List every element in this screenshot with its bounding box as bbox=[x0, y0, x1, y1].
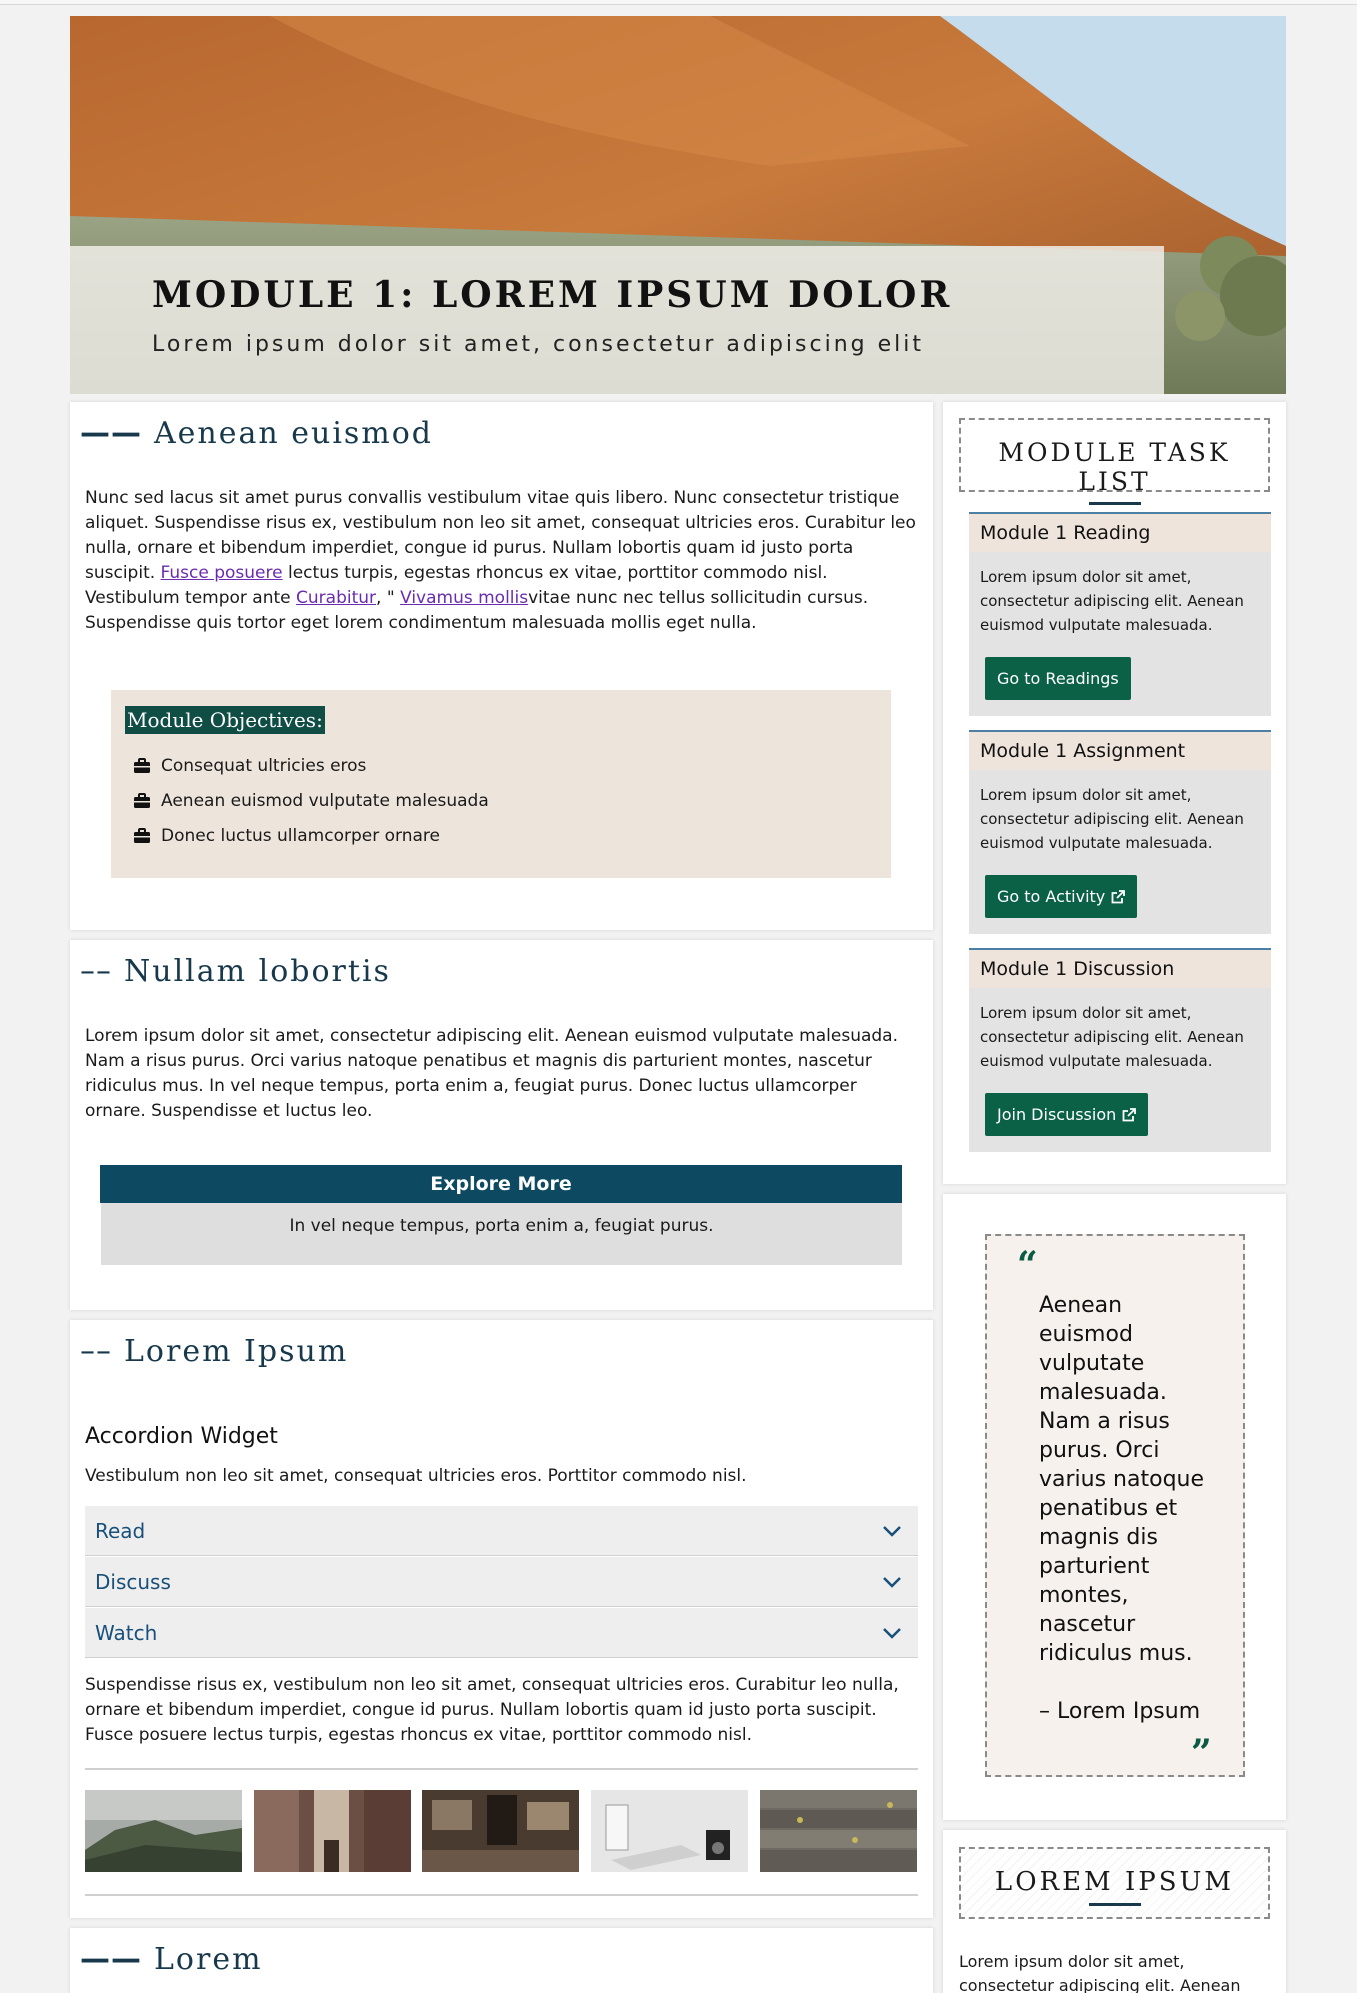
close-quote-icon: ” bbox=[1191, 1732, 1212, 1774]
section-title: Nullam lobortis bbox=[124, 954, 391, 989]
section-heading: –– Lorem Ipsum bbox=[80, 1334, 348, 1369]
button-label: Go to Readings bbox=[997, 669, 1119, 688]
go-to-readings-button[interactable]: Go to Readings bbox=[985, 657, 1131, 700]
section-heading: —— Lorem bbox=[80, 1942, 263, 1977]
objectives-title: Module Objectives: bbox=[125, 706, 325, 734]
divider bbox=[85, 1768, 918, 1770]
task-description: Lorem ipsum dolor sit amet, consectetur … bbox=[980, 1004, 1244, 1070]
accordion-label: Read bbox=[95, 1518, 146, 1543]
link-vivamus-mollis[interactable]: Vivamus mollis bbox=[400, 588, 528, 608]
accordion-item-watch[interactable]: Watch bbox=[85, 1608, 918, 1658]
quote-author: – Lorem Ipsum bbox=[1039, 1699, 1201, 1724]
task-description: Lorem ipsum dolor sit amet, consectetur … bbox=[980, 568, 1244, 634]
accordion-label: Discuss bbox=[95, 1569, 171, 1594]
task-list-title: MODULE TASK LIST bbox=[998, 438, 1231, 496]
section-title: Lorem Ipsum bbox=[124, 1334, 349, 1369]
objective-text: Aenean euismod vulputate malesuada bbox=[161, 790, 489, 811]
objective-text: Consequat ultricies eros bbox=[161, 755, 367, 776]
briefcase-icon bbox=[134, 827, 150, 843]
module-task-list-panel: MODULE TASK LIST Module 1 Reading Lorem … bbox=[943, 402, 1286, 1184]
task-card-reading: Module 1 Reading Lorem ipsum dolor sit a… bbox=[969, 512, 1271, 716]
section-body: Nunc sed lacus sit amet purus convallis … bbox=[85, 486, 920, 636]
accordion-item-read[interactable]: Read bbox=[85, 1506, 918, 1556]
section-title: Aenean euismod bbox=[154, 416, 434, 451]
join-discussion-button[interactable]: Join Discussion bbox=[985, 1093, 1149, 1136]
section-heading: —— Aenean euismod bbox=[80, 416, 433, 451]
section-lorem: —— Lorem bbox=[70, 1928, 933, 1993]
gallery-image-street[interactable] bbox=[254, 1790, 411, 1872]
button-label: Join Discussion bbox=[997, 1105, 1117, 1124]
go-to-activity-button[interactable]: Go to Activity bbox=[985, 875, 1138, 918]
external-link-icon bbox=[1111, 889, 1126, 903]
task-list-title-box: MODULE TASK LIST bbox=[959, 418, 1270, 505]
accordion-intro: Vestibulum non leo sit amet, consequat u… bbox=[85, 1466, 747, 1486]
browser-top-edge bbox=[0, 0, 1357, 5]
accordion-label: Watch bbox=[95, 1620, 158, 1645]
objective-item: Aenean euismod vulputate malesuada bbox=[125, 783, 877, 818]
lorem-ipsum-title: LOREM IPSUM bbox=[994, 1867, 1235, 1897]
section-nullam-lobortis: –– Nullam lobortis Lorem ipsum dolor sit… bbox=[70, 940, 933, 1310]
explore-more-body: In vel neque tempus, porta enim a, feugi… bbox=[101, 1203, 902, 1265]
chevron-down-icon bbox=[883, 1576, 901, 1588]
gallery-image-desk[interactable] bbox=[591, 1790, 748, 1872]
accordion-item-discuss[interactable]: Discuss bbox=[85, 1557, 918, 1607]
section-body: Suspendisse risus ex, vestibulum non leo… bbox=[85, 1675, 899, 1745]
objectives-list: Consequat ultricies eros Aenean euismod … bbox=[125, 748, 877, 853]
section-aenean-euismod: —— Aenean euismod Nunc sed lacus sit ame… bbox=[70, 402, 933, 930]
section-body: Lorem ipsum dolor sit amet, consectetur … bbox=[85, 1026, 898, 1121]
objective-item: Donec luctus ullamcorper ornare bbox=[125, 818, 877, 853]
button-label: Go to Activity bbox=[997, 887, 1106, 906]
section-title: Lorem bbox=[154, 1942, 263, 1977]
divider bbox=[85, 1894, 918, 1896]
page-title: MODULE 1: LOREM IPSUM DOLOR bbox=[152, 274, 953, 316]
objective-text: Donec luctus ullamcorper ornare bbox=[161, 825, 440, 846]
gallery-image-wood[interactable] bbox=[760, 1790, 917, 1872]
quote-panel: “ Aenean euismod vulputate malesuada. Na… bbox=[943, 1194, 1286, 1820]
lorem-ipsum-text: Lorem ipsum dolor sit amet, consectetur … bbox=[959, 1952, 1241, 1993]
open-quote-icon: “ bbox=[1017, 1244, 1038, 1286]
lorem-ipsum-title-box: LOREM IPSUM bbox=[959, 1847, 1270, 1919]
briefcase-icon bbox=[134, 757, 150, 773]
external-link-icon bbox=[1122, 1107, 1137, 1121]
chevron-down-icon bbox=[883, 1627, 901, 1639]
page-subtitle: Lorem ipsum dolor sit amet, consectetur … bbox=[152, 332, 924, 357]
lorem-ipsum-panel: LOREM IPSUM Lorem ipsum dolor sit amet, … bbox=[943, 1830, 1286, 1993]
gallery-image-cliffs[interactable] bbox=[85, 1790, 242, 1872]
module-objectives-box: Module Objectives: Consequat ultricies e… bbox=[111, 690, 891, 878]
task-title: Module 1 Reading bbox=[969, 514, 1271, 552]
hero-banner: MODULE 1: LOREM IPSUM DOLOR Lorem ipsum … bbox=[70, 16, 1286, 394]
gallery-image-shop[interactable] bbox=[422, 1790, 579, 1872]
quote-body: Aenean euismod vulputate malesuada. Nam … bbox=[1039, 1291, 1209, 1726]
task-title: Module 1 Assignment bbox=[969, 732, 1271, 770]
briefcase-icon bbox=[134, 792, 150, 808]
hero-title-box: MODULE 1: LOREM IPSUM DOLOR Lorem ipsum … bbox=[70, 246, 1164, 394]
explore-more-header: Explore More bbox=[100, 1165, 902, 1203]
section-heading: –– Nullam lobortis bbox=[80, 954, 391, 989]
quote-box: “ Aenean euismod vulputate malesuada. Na… bbox=[985, 1234, 1245, 1777]
image-gallery bbox=[85, 1790, 918, 1872]
chevron-down-icon bbox=[883, 1525, 901, 1537]
heading-dash-decoration: –– bbox=[80, 954, 112, 989]
link-curabitur[interactable]: Curabitur bbox=[296, 588, 376, 608]
title-underline bbox=[1088, 1903, 1141, 1906]
task-card-assignment: Module 1 Assignment Lorem ipsum dolor si… bbox=[969, 730, 1271, 934]
task-description: Lorem ipsum dolor sit amet, consectetur … bbox=[980, 786, 1244, 852]
task-card-discussion: Module 1 Discussion Lorem ipsum dolor si… bbox=[969, 948, 1271, 1152]
heading-dash-decoration: —— bbox=[80, 416, 142, 451]
link-fusce-posuere[interactable]: Fusce posuere bbox=[161, 563, 283, 583]
heading-dash-decoration: —— bbox=[80, 1942, 142, 1977]
task-title: Module 1 Discussion bbox=[969, 950, 1271, 988]
title-underline bbox=[1088, 502, 1141, 505]
section-lorem-ipsum: –– Lorem Ipsum Accordion Widget Vestibul… bbox=[70, 1320, 933, 1918]
quote-text: Aenean euismod vulputate malesuada. Nam … bbox=[1039, 1293, 1205, 1666]
body-text: , " bbox=[376, 588, 401, 608]
accordion-widget-title: Accordion Widget bbox=[85, 1424, 278, 1449]
objective-item: Consequat ultricies eros bbox=[125, 748, 877, 783]
heading-dash-decoration: –– bbox=[80, 1334, 112, 1369]
